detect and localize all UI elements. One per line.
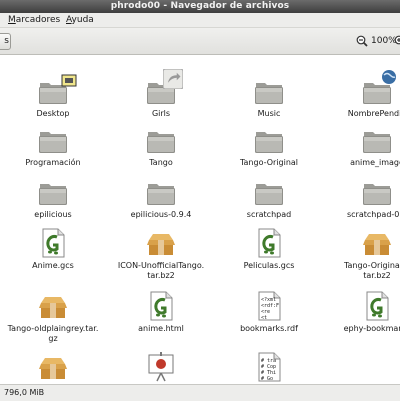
- folder-icon: [253, 75, 285, 107]
- file-item[interactable]: ephy-bookmarks: [323, 290, 400, 348]
- file-name: epilicious: [34, 210, 72, 219]
- folder-icon: [361, 176, 393, 208]
- folder-item[interactable]: epilicious-0.9.4: [107, 176, 215, 234]
- archive-icon: [361, 227, 393, 259]
- statusbar: 796,0 MiB: [0, 384, 400, 401]
- folder-icon: [37, 176, 69, 208]
- archive-icon: [37, 290, 69, 322]
- file-item[interactable]: [0, 351, 107, 384]
- file-name: Tango-Original: [239, 158, 299, 167]
- folder-item[interactable]: epilicious: [0, 176, 107, 234]
- zoom-in-icon[interactable]: [394, 35, 400, 47]
- toolbar: s 100%: [0, 28, 400, 55]
- folder-item[interactable]: Tango-Original: [215, 124, 323, 182]
- file-name: bookmarks.rdf: [240, 324, 298, 333]
- folder-item[interactable]: anime_image: [323, 124, 400, 182]
- folder-item[interactable]: Tango: [107, 124, 215, 182]
- folder-item[interactable]: Programación: [0, 124, 107, 182]
- folder-icon: [145, 176, 177, 208]
- svg-text:# Go: # Go: [261, 376, 273, 382]
- presentation-icon: [145, 351, 177, 383]
- menubar: Marcadores Ayuda: [0, 13, 400, 28]
- svg-text:<t: <t: [261, 315, 267, 321]
- folder-icon: [145, 69, 183, 107]
- file-name: ICON-UnofficialTango. tar.bz2: [117, 261, 205, 280]
- file-name: anime.html: [138, 324, 184, 333]
- folder-icon: [253, 176, 285, 208]
- file-grid: Desktop Girls Music NombrePendie Program…: [0, 55, 400, 384]
- folder-item[interactable]: scratchpad: [215, 176, 323, 234]
- status-free-space: 796,0 MiB: [4, 388, 45, 397]
- file-name: Peliculas.gcs: [243, 261, 295, 270]
- file-name: Tango-Original-0tar.bz2: [343, 261, 400, 280]
- file-name: scratchpad: [246, 210, 292, 219]
- file-name: Tango: [149, 158, 173, 167]
- file-item[interactable]: [107, 351, 215, 384]
- file-name: ephy-bookmarks: [343, 324, 400, 333]
- file-item[interactable]: ICON-UnofficialTango. tar.bz2: [107, 227, 215, 285]
- file-name: anime_image: [350, 158, 400, 167]
- file-name: NombrePendie: [347, 109, 400, 118]
- window-title: phrodo00 - Navegador de archivos: [0, 0, 400, 13]
- zoom-level: 100%: [371, 36, 397, 46]
- file-item[interactable]: anime.html: [107, 290, 215, 348]
- file-item[interactable]: Anime.gcs: [0, 227, 107, 285]
- file-name: Anime.gcs: [32, 261, 74, 270]
- file-name: scratchpad-0.3: [346, 210, 400, 219]
- folder-icon: [361, 124, 393, 156]
- file-name: Tango-oldplaingrey.tar. gz: [7, 324, 99, 343]
- file-item[interactable]: Peliculas.gcs: [215, 227, 323, 285]
- archive-icon: [37, 351, 69, 383]
- menu-ayuda-rest: yuda: [71, 15, 94, 25]
- folder-icon: [253, 124, 285, 156]
- file-item[interactable]: <?xml <rdf:F <re <t bookmarks.rdf: [215, 290, 323, 348]
- gcs-icon: [361, 290, 393, 322]
- file-item[interactable]: Tango-oldplaingrey.tar. gz: [0, 290, 107, 348]
- rdf-icon: <?xml <rdf:F <re <t: [253, 290, 285, 322]
- file-item[interactable]: # tra # Cop # Thi # Go: [215, 351, 323, 384]
- folder-icon: [361, 70, 396, 107]
- toolbar-button[interactable]: s: [0, 33, 11, 50]
- zoom-out-icon[interactable]: [356, 35, 368, 47]
- file-name: Programación: [25, 158, 81, 167]
- folder-icon: [37, 74, 77, 107]
- menu-ayuda[interactable]: Ayuda: [66, 13, 94, 27]
- folder-icon: [37, 124, 69, 156]
- folder-item[interactable]: scratchpad-0.3: [323, 176, 400, 234]
- menu-marcadores-accel: M: [8, 15, 16, 25]
- file-name: Desktop: [36, 109, 70, 118]
- menu-marcadores-rest: arcadores: [15, 15, 61, 25]
- file-name: Music: [257, 109, 281, 118]
- file-name: epilicious-0.9.4: [130, 210, 192, 219]
- archive-icon: [145, 227, 177, 259]
- gcs-icon: [253, 227, 285, 259]
- gcs-icon: [37, 227, 69, 259]
- text-icon: # tra # Cop # Thi # Go: [253, 351, 285, 383]
- menu-marcadores[interactable]: Marcadores: [8, 13, 60, 27]
- gcs-icon: [145, 290, 177, 322]
- folder-icon: [145, 124, 177, 156]
- file-item[interactable]: Tango-Original-0tar.bz2: [323, 227, 400, 285]
- file-name: Girls: [151, 109, 171, 118]
